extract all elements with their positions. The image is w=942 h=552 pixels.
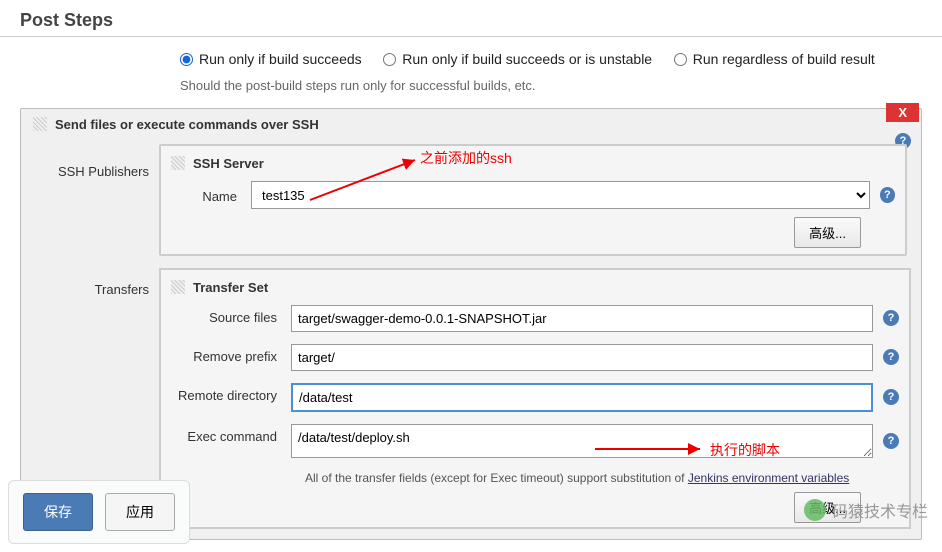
radio-regardless[interactable]: Run regardless of build result [674, 51, 875, 67]
radio-unstable-label: Run only if build succeeds or is unstabl… [402, 51, 652, 67]
drag-handle-icon[interactable] [171, 280, 185, 294]
run-condition-radios: Run only if build succeeds Run only if b… [0, 37, 942, 74]
ssh-server-panel: SSH Server Name test135 ? 高级... [159, 144, 907, 256]
watermark: 码猿技术专栏 [804, 498, 928, 522]
ssh-publisher-panel: X ? Send files or execute commands over … [20, 108, 922, 541]
source-files-label: Source files [171, 305, 291, 325]
remote-directory-label: Remote directory [171, 383, 291, 403]
ssh-server-header: SSH Server [171, 156, 895, 171]
hint-text-pre: All of the transfer fields (except for E… [305, 471, 688, 485]
transfer-set-header: Transfer Set [171, 280, 899, 295]
exec-command-input[interactable]: /data/test/deploy.sh [291, 424, 873, 458]
radio-unstable[interactable]: Run only if build succeeds or is unstabl… [383, 51, 652, 67]
radio-succeeds[interactable]: Run only if build succeeds [180, 51, 362, 67]
panel-header: Send files or execute commands over SSH [21, 109, 921, 140]
drag-handle-icon[interactable] [33, 117, 47, 131]
source-files-input[interactable] [291, 305, 873, 332]
exec-command-label: Exec command [171, 424, 291, 444]
watermark-icon [804, 499, 826, 521]
help-icon[interactable]: ? [880, 187, 895, 203]
help-icon[interactable]: ? [883, 389, 899, 405]
remove-prefix-input[interactable] [291, 344, 873, 371]
section-title: Post Steps [0, 0, 942, 37]
watermark-text: 码猿技术专栏 [832, 498, 928, 522]
transfer-set-title: Transfer Set [193, 280, 268, 295]
radio-succeeds-label: Run only if build succeeds [199, 51, 362, 67]
radio-succeeds-input[interactable] [180, 53, 193, 66]
ssh-server-title: SSH Server [193, 156, 264, 171]
save-button[interactable]: 保存 [23, 493, 93, 531]
help-icon[interactable]: ? [883, 310, 899, 326]
env-vars-link[interactable]: Jenkins environment variables [688, 471, 849, 485]
apply-button[interactable]: 应用 [105, 493, 175, 531]
transfer-hint: All of the transfer fields (except for E… [305, 470, 899, 487]
action-bar: 保存 应用 [8, 480, 190, 544]
remote-directory-input[interactable] [291, 383, 873, 412]
radio-description: Should the post-build steps run only for… [0, 74, 942, 103]
help-icon[interactable]: ? [883, 433, 899, 449]
radio-regardless-label: Run regardless of build result [693, 51, 875, 67]
drag-handle-icon[interactable] [171, 156, 185, 170]
remove-prefix-label: Remove prefix [171, 344, 291, 364]
radio-unstable-input[interactable] [383, 53, 396, 66]
advanced-button[interactable]: 高级... [794, 217, 861, 248]
ssh-name-select[interactable]: test135 [251, 181, 870, 209]
close-icon[interactable]: X [886, 103, 919, 122]
transfer-set-panel: Transfer Set Source files ? Remove prefi… [159, 268, 911, 530]
panel-title: Send files or execute commands over SSH [55, 117, 319, 132]
name-label: Name [171, 185, 251, 204]
ssh-publishers-label: SSH Publishers [49, 144, 159, 256]
help-icon[interactable]: ? [883, 349, 899, 365]
radio-regardless-input[interactable] [674, 53, 687, 66]
